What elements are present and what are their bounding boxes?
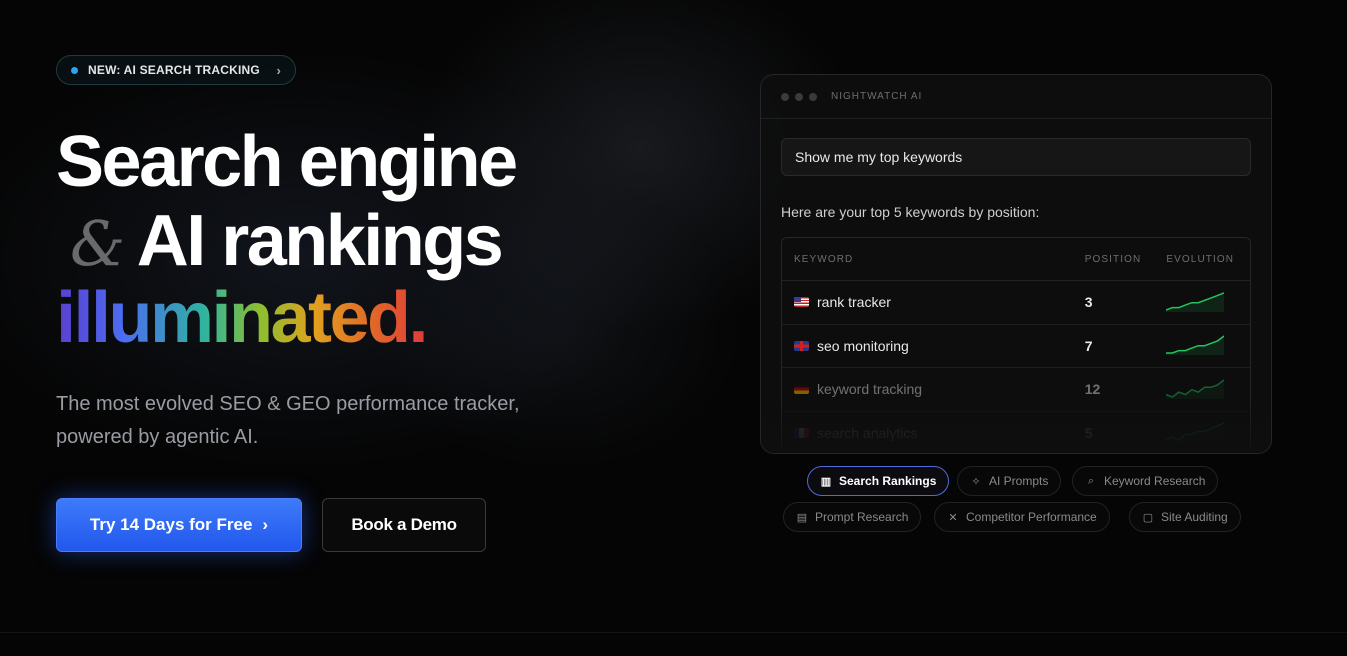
free-trial-label: Try 14 Days for Free: [89, 515, 253, 534]
section-divider: [0, 632, 1347, 633]
headline-line-2: & AI rankings: [70, 205, 504, 280]
window-dots: [781, 92, 817, 101]
keyword-table: KEYWORD POSITION EVOLUTION rank tracker 3…: [781, 237, 1251, 454]
hero-subheading: The most evolved SEO & GEO performance t…: [56, 393, 520, 448]
headline-line-3: illuminated.: [56, 278, 429, 358]
tab-label: Site Auditing: [1161, 510, 1228, 524]
chevron-right-icon: ›: [262, 515, 269, 534]
position-cell: 5: [1084, 424, 1093, 441]
flag-fr-icon: [794, 427, 809, 438]
table-row: rank tracker 3: [782, 281, 1250, 325]
book-demo-button[interactable]: Book a Demo: [322, 498, 486, 552]
tab-label: Prompt Research: [815, 510, 909, 524]
tab-competitor-performance[interactable]: ✕ Competitor Performance: [934, 502, 1110, 532]
evolution-cell: [1166, 377, 1250, 402]
crossed-swords-icon: ✕: [948, 511, 958, 524]
tab-site-auditing[interactable]: ▢ Site Auditing: [1129, 502, 1241, 532]
flag-de-icon: [794, 384, 809, 395]
headline-line-1: Search engine: [56, 122, 518, 202]
panel-title: NIGHTWATCH AI: [831, 91, 923, 102]
table-row: seo monitoring 7: [782, 325, 1250, 368]
keyword-cell: seo monitoring: [782, 338, 1085, 354]
status-dot: [71, 66, 78, 74]
panel-titlebar: NIGHTWATCH AI: [761, 75, 1271, 119]
sparkle-icon: ✧: [971, 475, 981, 488]
ai-chat-panel: NIGHTWATCH AI Show me my top keywords He…: [760, 74, 1272, 454]
keyword-cell: search analytics: [782, 425, 1085, 441]
position-cell: 12: [1084, 381, 1101, 398]
badge-label: NEW: AI SEARCH TRACKING: [88, 63, 260, 77]
announcement-badge[interactable]: NEW: AI SEARCH TRACKING ›: [56, 55, 296, 85]
keyword-label: rank tracker: [817, 294, 891, 311]
keyword-cell: keyword tracking: [782, 381, 1085, 397]
tab-label: AI Prompts: [989, 474, 1049, 488]
keyword-label: search analytics: [817, 424, 918, 441]
keyword-cell: rank tracker: [782, 294, 1085, 310]
table-row: search analytics 5: [782, 412, 1250, 454]
tab-label: Competitor Performance: [966, 510, 1097, 524]
header-evolution: EVOLUTION: [1166, 253, 1235, 265]
clipboard-icon: ▢: [1142, 511, 1154, 524]
tab-search-rankings[interactable]: ▥ Search Rankings: [807, 466, 950, 496]
sparkline-chart: [1166, 379, 1225, 399]
chevron-right-icon: ›: [276, 62, 281, 78]
chat-answer: Here are your top 5 keywords by position…: [781, 204, 1040, 220]
sparkline-chart: [1166, 335, 1225, 356]
evolution-cell: [1166, 333, 1250, 358]
keyword-label: keyword tracking: [817, 381, 923, 398]
tab-label: Search Rankings: [839, 474, 937, 488]
evolution-cell: [1166, 420, 1250, 445]
chat-prompt: Show me my top keywords: [781, 138, 1251, 176]
header-keyword: KEYWORD: [794, 253, 854, 265]
flag-us-icon: [794, 297, 809, 308]
keyword-label: seo monitoring: [817, 337, 909, 354]
position-cell: 3: [1084, 294, 1093, 311]
free-trial-button[interactable]: Try 14 Days for Free ›: [56, 498, 302, 552]
table-row: keyword tracking 12: [782, 368, 1250, 412]
message-icon: ▤: [796, 511, 808, 524]
ampersand: &: [70, 207, 125, 280]
search-icon: ⌕: [1087, 474, 1095, 487]
bar-chart-icon: ▥: [820, 475, 832, 488]
position-cell: 7: [1084, 337, 1093, 354]
tab-label: Keyword Research: [1104, 474, 1206, 488]
header-position: POSITION: [1084, 253, 1142, 265]
flag-gb-icon: [794, 340, 809, 351]
sparkline-chart: [1166, 422, 1225, 442]
table-header: KEYWORD POSITION EVOLUTION: [782, 238, 1250, 281]
tab-keyword-research[interactable]: ⌕ Keyword Research: [1072, 466, 1219, 496]
tab-ai-prompts[interactable]: ✧ AI Prompts: [957, 466, 1062, 496]
evolution-cell: [1166, 290, 1250, 315]
sparkline-chart: [1166, 292, 1225, 312]
tab-prompt-research[interactable]: ▤ Prompt Research: [783, 502, 922, 532]
headline-line-2-text: AI rankings: [136, 201, 504, 281]
